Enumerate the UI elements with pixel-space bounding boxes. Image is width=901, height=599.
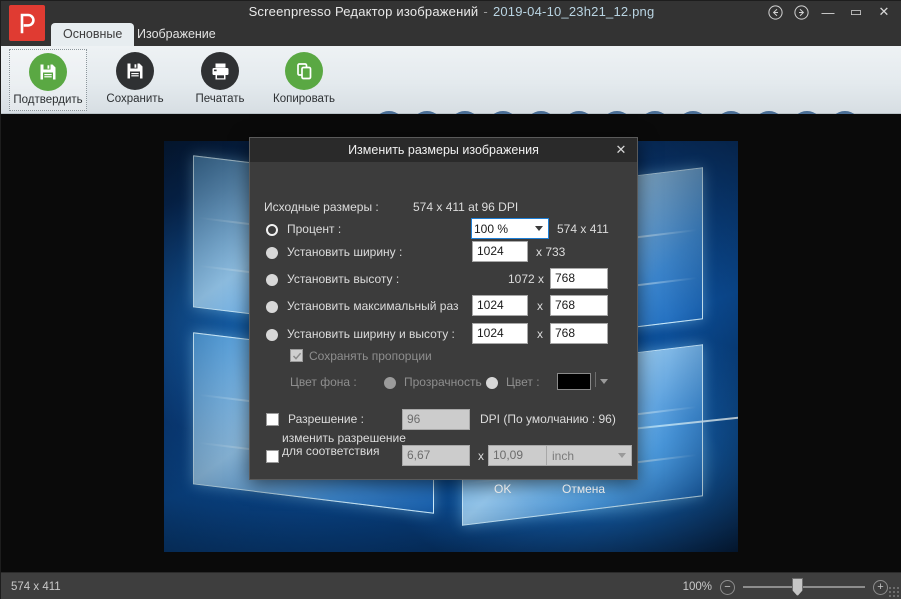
wh-height-input[interactable]: 768 xyxy=(550,323,608,344)
radio-set-width-label: Установить ширину : xyxy=(287,245,403,259)
zoom-slider[interactable] xyxy=(743,578,865,596)
app-title: Screenpresso Редактор изображений xyxy=(248,4,479,19)
match-width-input[interactable]: 6,67 xyxy=(402,445,470,466)
swatch-divider xyxy=(595,372,596,387)
zoom-level-label: 100% xyxy=(682,581,712,593)
status-bar: 574 x 411 100% − + xyxy=(1,572,901,599)
resolution-label: Разрешение : xyxy=(288,412,364,426)
height-input[interactable]: 768 xyxy=(550,268,608,289)
copy-button[interactable]: Копировать xyxy=(265,49,343,111)
transparency-label: Прозрачность xyxy=(404,375,482,389)
screenpresso-logo-icon[interactable] xyxy=(9,5,45,41)
radio-set-height-label: Установить высоту : xyxy=(287,272,400,286)
radio-set-width[interactable] xyxy=(266,247,278,259)
chevron-down-icon xyxy=(618,453,626,458)
floppy-disk-icon xyxy=(116,52,154,90)
bg-color-label: Цвет фона : xyxy=(290,375,357,389)
percent-combo[interactable]: 100 % xyxy=(471,218,549,239)
chevron-down-icon xyxy=(535,226,543,231)
printer-icon xyxy=(201,52,239,90)
save-confirm-icon xyxy=(29,53,67,91)
ok-button[interactable]: OK xyxy=(486,479,519,499)
wh-x-label: x xyxy=(537,327,543,341)
max-height-input[interactable]: 768 xyxy=(550,295,608,316)
save-button-label: Сохранить xyxy=(106,93,164,105)
match-unit-value: inch xyxy=(552,448,575,463)
zoom-slider-track xyxy=(743,586,865,588)
confirm-button[interactable]: Подтвердить xyxy=(9,49,87,111)
dialog-title-text: Изменить размеры изображения xyxy=(348,143,539,157)
radio-set-wh[interactable] xyxy=(266,329,278,341)
cancel-button[interactable]: Отмена xyxy=(554,479,613,499)
wh-width-input[interactable]: 1024 xyxy=(472,323,528,344)
radio-color[interactable] xyxy=(486,377,498,389)
radio-set-max-label: Установить максимальный раз xyxy=(287,299,459,313)
match-unit-combo[interactable]: inch xyxy=(546,445,632,466)
dialog-body: Исходные размеры : 574 x 411 at 96 DPI П… xyxy=(250,162,637,496)
arrow-back-circle-icon[interactable] xyxy=(762,1,788,23)
confirm-button-label: Подтвердить xyxy=(13,94,83,106)
match-resolution-label: изменить разрешение для соответствия xyxy=(282,432,406,457)
color-label: Цвет : xyxy=(506,375,540,389)
screenpresso-editor-window: Screenpresso Редактор изображений -2019-0… xyxy=(0,0,901,599)
maximize-button[interactable]: ▭ xyxy=(842,1,870,23)
tab-izobrazhenie[interactable]: Изображение xyxy=(125,23,228,46)
resize-image-dialog: Изменить размеры изображения ✕ Исходные … xyxy=(249,137,638,496)
close-icon[interactable]: ✕ xyxy=(611,138,631,162)
max-width-input[interactable]: 1024 xyxy=(472,295,528,316)
resolution-checkbox[interactable] xyxy=(266,413,279,426)
original-size-label: Исходные размеры : xyxy=(264,200,379,214)
ribbon-toolbar: Подтвердить Сохранить Печатать Копироват… xyxy=(1,46,901,143)
copy-button-label: Копировать xyxy=(273,93,335,105)
resolution-input[interactable]: 96 xyxy=(402,409,470,430)
color-swatch[interactable] xyxy=(557,373,591,390)
max-x-label: x xyxy=(537,299,543,313)
percent-combo-value: 100 % xyxy=(474,221,509,236)
copy-icon xyxy=(285,52,323,90)
match-resolution-checkbox[interactable] xyxy=(266,450,279,463)
title-bar: Screenpresso Редактор изображений -2019-0… xyxy=(1,1,901,23)
print-button[interactable]: Печатать xyxy=(181,49,259,111)
close-button[interactable]: ✕ xyxy=(870,1,898,23)
print-button-label: Печатать xyxy=(195,93,245,105)
title-separator: - xyxy=(483,4,488,19)
arrow-forward-circle-icon[interactable] xyxy=(788,1,814,23)
radio-set-wh-label: Установить ширину и высоту : xyxy=(287,327,455,341)
window-filename: 2019-04-10_23h21_12.png xyxy=(492,4,655,19)
minus-circle-icon[interactable]: − xyxy=(720,579,735,595)
dialog-title-bar: Изменить размеры изображения ✕ xyxy=(250,138,637,162)
status-dimensions: 574 x 411 xyxy=(11,581,61,593)
radio-transparency[interactable] xyxy=(384,377,396,389)
tab-osnovnye[interactable]: Основные xyxy=(51,23,135,46)
minimize-button[interactable]: — xyxy=(814,1,842,23)
keep-ratio-checkbox[interactable] xyxy=(290,349,303,362)
save-button[interactable]: Сохранить xyxy=(96,49,174,111)
width-result: x 733 xyxy=(536,245,566,259)
zoom-slider-thumb[interactable] xyxy=(792,578,803,596)
height-prefix: 1072 x xyxy=(508,272,545,286)
zoom-controls: 100% − + xyxy=(683,573,888,599)
radio-percent-label: Процент : xyxy=(287,222,342,236)
tab-strip: Основные Изображение xyxy=(1,23,901,46)
radio-set-height[interactable] xyxy=(266,274,278,286)
percent-result: 574 x 411 xyxy=(557,222,609,236)
radio-set-max[interactable] xyxy=(266,301,278,313)
resize-grip-icon[interactable] xyxy=(888,586,900,598)
window-buttons: — ▭ ✕ xyxy=(762,1,898,23)
width-input[interactable]: 1024 xyxy=(472,241,528,262)
chevron-down-icon[interactable] xyxy=(600,379,608,384)
original-size-value: 574 x 411 at 96 DPI xyxy=(413,200,519,214)
keep-ratio-label: Сохранять пропорции xyxy=(309,349,432,363)
plus-circle-icon[interactable]: + xyxy=(873,579,888,595)
resolution-hint: DPI (По умолчанию : 96) xyxy=(480,412,616,426)
match-x-label: x xyxy=(478,449,484,463)
radio-percent[interactable] xyxy=(266,224,278,236)
